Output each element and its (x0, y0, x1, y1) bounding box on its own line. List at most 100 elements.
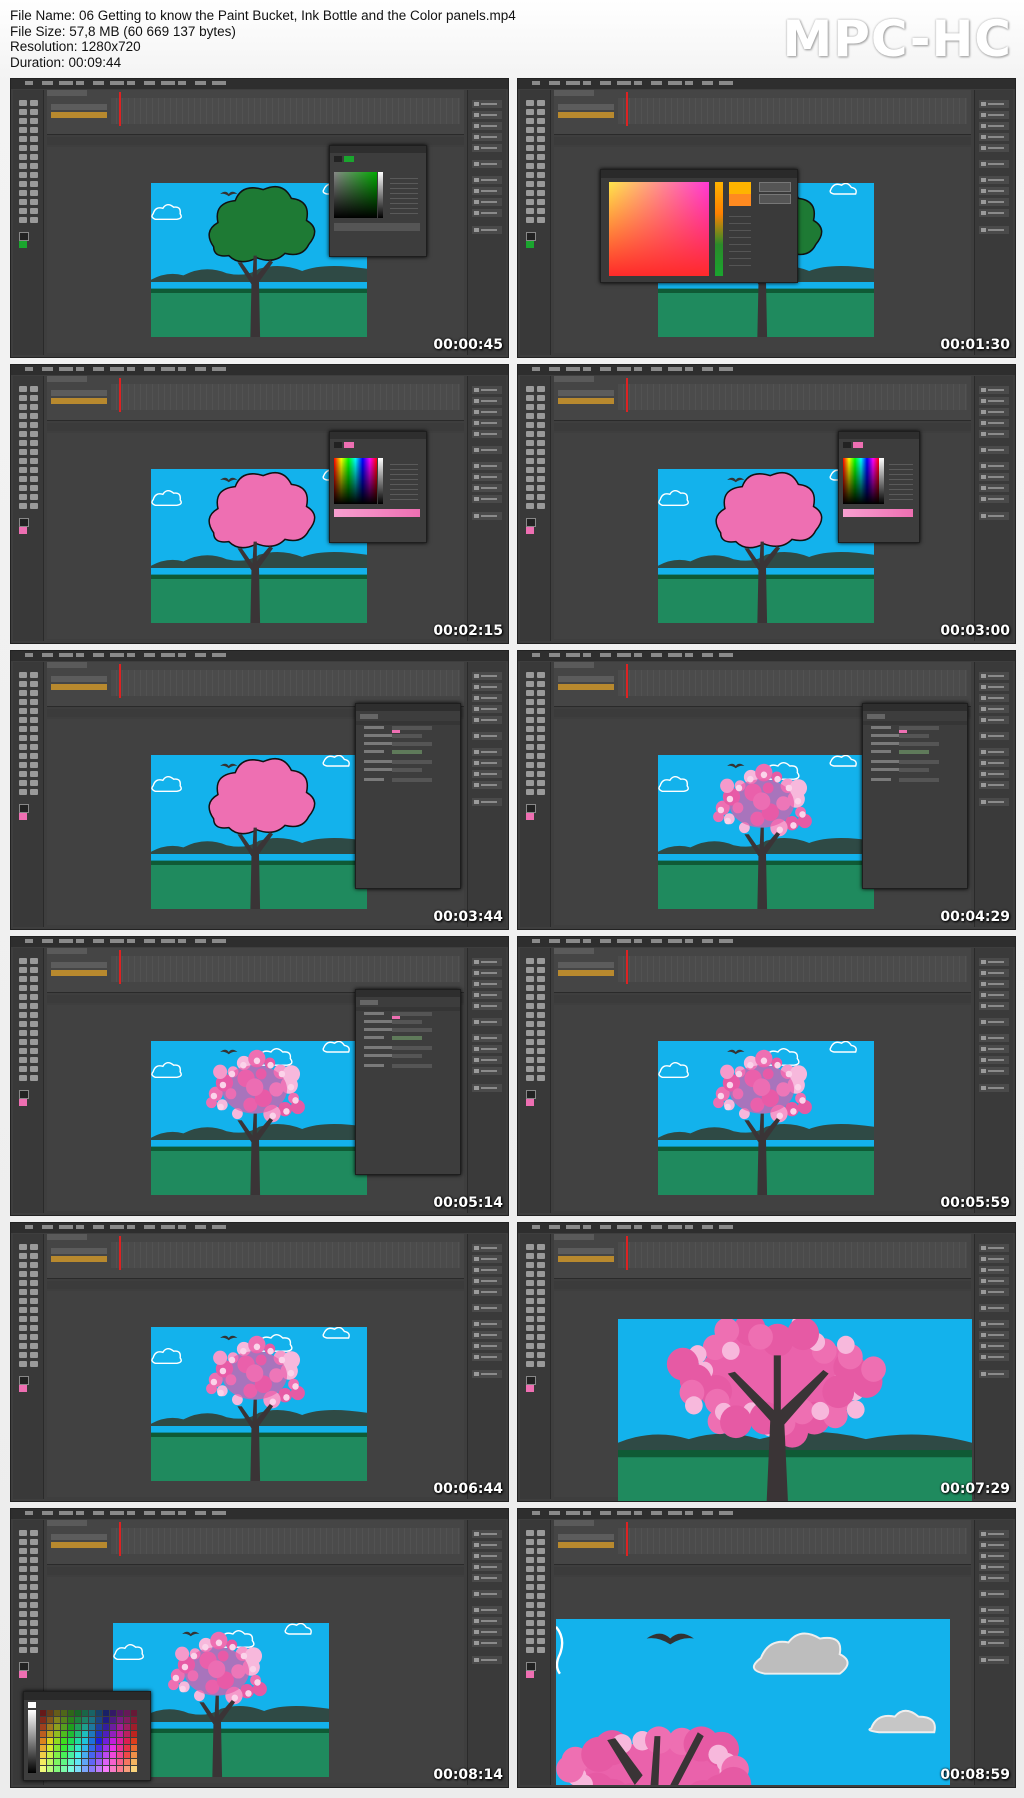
playhead[interactable] (119, 378, 121, 412)
panel-button[interactable] (979, 1617, 1009, 1625)
layer-row-selected[interactable] (51, 1256, 107, 1262)
color-ramp[interactable] (843, 509, 913, 517)
tool-icon[interactable] (19, 699, 27, 705)
menu-item[interactable] (651, 1225, 662, 1229)
tool-icon[interactable] (19, 190, 27, 196)
panel-button[interactable] (979, 209, 1009, 217)
tool-icon[interactable] (526, 1352, 534, 1358)
panel-button[interactable] (979, 198, 1009, 206)
panel-button[interactable] (472, 1606, 502, 1614)
tool-icon[interactable] (537, 163, 545, 169)
menu-item[interactable] (583, 81, 591, 85)
menu-item[interactable] (549, 367, 560, 371)
menu-item[interactable] (76, 81, 84, 85)
tool-icon[interactable] (30, 1593, 38, 1599)
menu-item[interactable] (668, 367, 682, 371)
tool-icon[interactable] (19, 1066, 27, 1072)
fill-color-swatch[interactable] (526, 527, 534, 534)
menu-bar[interactable] (518, 1509, 1015, 1519)
menu-item[interactable] (161, 1511, 175, 1515)
tool-icon[interactable] (526, 118, 534, 124)
layer-row-selected[interactable] (51, 112, 107, 118)
tool-icon[interactable] (30, 1602, 38, 1608)
menu-item[interactable] (668, 81, 682, 85)
tool-icon[interactable] (526, 1584, 534, 1590)
tool-icon[interactable] (19, 118, 27, 124)
menu-bar[interactable] (518, 79, 1015, 89)
menu-item[interactable] (549, 1225, 560, 1229)
panel-button[interactable] (979, 705, 1009, 713)
layer-row[interactable] (51, 104, 107, 110)
tool-icon[interactable] (19, 717, 27, 723)
menu-item[interactable] (76, 653, 84, 657)
color-panel[interactable] (329, 431, 427, 543)
panel-button[interactable] (979, 1590, 1009, 1598)
layer-row[interactable] (51, 1534, 107, 1540)
tool-icon[interactable] (526, 1343, 534, 1349)
tool-icon[interactable] (19, 1253, 27, 1259)
stroke-color-swatch[interactable] (19, 1090, 29, 1099)
panel-button[interactable] (979, 495, 1009, 503)
panel-button[interactable] (979, 759, 1009, 767)
tool-icon[interactable] (30, 699, 38, 705)
brightness-slider[interactable] (378, 172, 383, 219)
panel-button[interactable] (979, 144, 1009, 152)
menu-item[interactable] (144, 1511, 155, 1515)
collapsed-panels[interactable] (467, 90, 506, 355)
tool-icon[interactable] (30, 1647, 38, 1653)
timeline-tab[interactable] (554, 376, 594, 382)
panel-button[interactable] (979, 781, 1009, 789)
menu-item[interactable] (702, 367, 713, 371)
tool-icon[interactable] (30, 708, 38, 714)
panel-button[interactable] (472, 1018, 502, 1026)
tool-icon[interactable] (30, 136, 38, 142)
panel-tabs[interactable] (330, 146, 426, 153)
tool-icon[interactable] (537, 172, 545, 178)
collapsed-panels[interactable] (974, 662, 1013, 927)
tool-icon[interactable] (526, 154, 534, 160)
tool-icon[interactable] (537, 1566, 545, 1572)
tool-icon[interactable] (537, 789, 545, 795)
tool-icon[interactable] (526, 771, 534, 777)
timeline-panel[interactable] (47, 1234, 464, 1279)
panel-button[interactable] (979, 226, 1009, 234)
timeline-panel[interactable] (554, 90, 971, 135)
tool-icon[interactable] (537, 217, 545, 223)
menu-item[interactable] (651, 1511, 662, 1515)
stroke-color-swatch[interactable] (526, 1090, 536, 1099)
tool-icon[interactable] (526, 1307, 534, 1313)
tool-icon[interactable] (19, 413, 27, 419)
panel-button[interactable] (472, 1288, 502, 1296)
menu-bar[interactable] (11, 365, 508, 375)
panel-button[interactable] (979, 1370, 1009, 1378)
timeline-panel[interactable] (554, 662, 971, 707)
menu-item[interactable] (110, 1511, 124, 1515)
panel-button[interactable] (472, 958, 502, 966)
stroke-color-swatch[interactable] (526, 232, 536, 241)
tool-icon[interactable] (537, 699, 545, 705)
tool-icon[interactable] (526, 1021, 534, 1027)
menu-item[interactable] (668, 1225, 682, 1229)
tool-icon[interactable] (30, 753, 38, 759)
timeline-tab[interactable] (47, 1520, 87, 1526)
collapsed-panels[interactable] (467, 948, 506, 1213)
tool-icon[interactable] (30, 154, 38, 160)
fill-swatch[interactable] (344, 442, 354, 448)
tool-icon[interactable] (537, 780, 545, 786)
panel-button[interactable] (979, 1034, 1009, 1042)
tool-icon[interactable] (30, 762, 38, 768)
tool-icon[interactable] (537, 199, 545, 205)
stage[interactable] (658, 1041, 874, 1195)
layer-row[interactable] (51, 676, 107, 682)
tool-icon[interactable] (526, 1271, 534, 1277)
tool-icon[interactable] (537, 994, 545, 1000)
playhead[interactable] (626, 92, 628, 126)
tool-icon[interactable] (19, 145, 27, 151)
tool-icon[interactable] (30, 1244, 38, 1250)
fill-color-swatch[interactable] (526, 241, 534, 248)
menu-item[interactable] (549, 81, 560, 85)
tool-icon[interactable] (537, 118, 545, 124)
tool-icon[interactable] (30, 395, 38, 401)
tool-icon[interactable] (526, 1253, 534, 1259)
menu-item[interactable] (617, 939, 631, 943)
